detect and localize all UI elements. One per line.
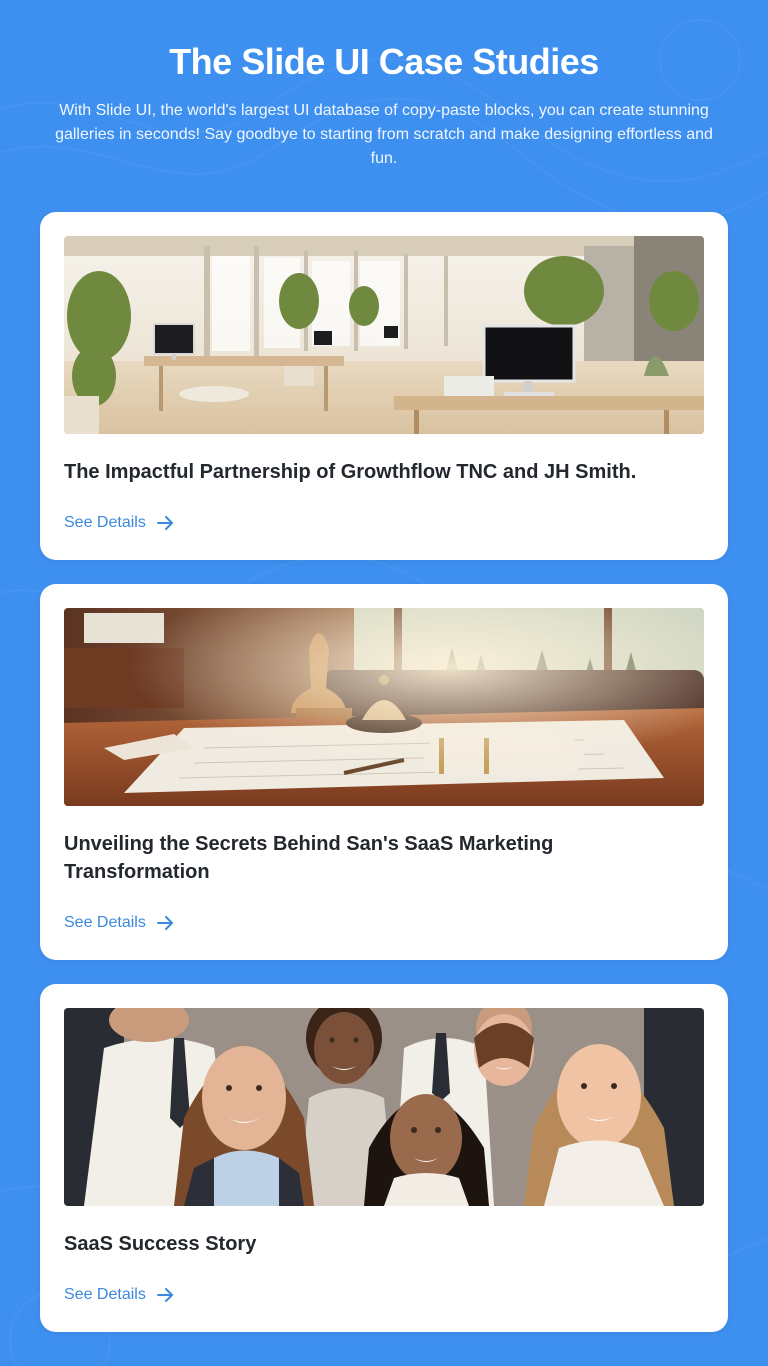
page-title: The Slide UI Case Studies — [169, 41, 599, 82]
see-details-label: See Details — [64, 914, 146, 931]
arrow-right-icon — [156, 514, 174, 532]
arrow-right-icon — [156, 914, 174, 932]
team-photo — [64, 1008, 704, 1206]
arrow-right-icon — [156, 1286, 174, 1304]
case-study-card: Unveiling the Secrets Behind San's SaaS … — [40, 584, 728, 960]
case-study-title: The Impactful Partnership of Growthflow … — [64, 461, 637, 483]
case-study-list: The Impactful Partnership of Growthflow … — [40, 212, 728, 1356]
case-study-card: SaaS Success Story See Details — [40, 984, 728, 1332]
see-details-link[interactable]: See Details — [64, 910, 174, 936]
case-study-title: Unveiling the Secrets Behind San's SaaS … — [64, 833, 554, 883]
case-study-title: SaaS Success Story — [64, 1233, 257, 1255]
see-details-link[interactable]: See Details — [64, 1282, 174, 1308]
page-header: The Slide UI Case Studies With Slide UI,… — [0, 0, 768, 171]
see-details-link[interactable]: See Details — [64, 510, 174, 536]
see-details-label: See Details — [64, 1286, 146, 1303]
desk-photo — [64, 608, 704, 806]
page-subtitle: With Slide UI, the world's largest UI da… — [55, 102, 713, 167]
see-details-label: See Details — [64, 514, 146, 531]
office-photo — [64, 236, 704, 434]
case-study-card: The Impactful Partnership of Growthflow … — [40, 212, 728, 560]
